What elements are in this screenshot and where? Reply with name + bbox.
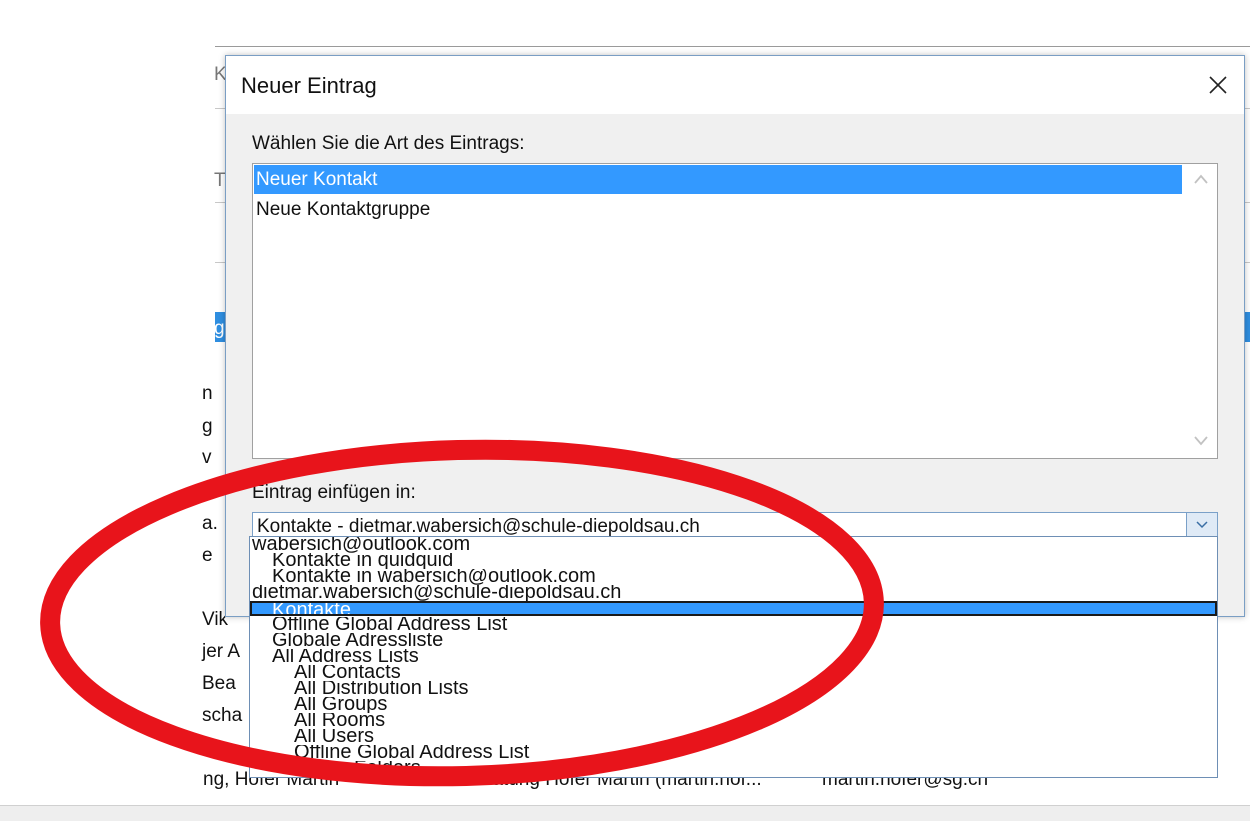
- background-row-fragment: a.: [202, 513, 218, 534]
- list-item-new-contact[interactable]: Neuer Kontakt: [254, 165, 1182, 194]
- chevron-down-icon: [1196, 521, 1208, 529]
- dropdown-item[interactable]: Offline Global Address List: [250, 617, 1217, 633]
- close-icon: [1209, 76, 1227, 94]
- list-scrollbar[interactable]: [1185, 164, 1217, 458]
- background-row-fragment: na: [202, 737, 224, 758]
- insert-into-dropdown[interactable]: Kontakte - dietmar.wabersich@schule-diep…: [252, 512, 1218, 538]
- dropdown-item[interactable]: All Contacts: [250, 665, 1217, 681]
- dropdown-item[interactable]: All Rooms: [250, 713, 1217, 729]
- background-text-fragment: T: [214, 170, 226, 191]
- dropdown-item[interactable]: wabersich@outlook.com: [250, 537, 1217, 553]
- background-row-fragment: jer A: [202, 641, 241, 662]
- background-row-fragment: scha: [202, 705, 243, 726]
- background-row-fragment: g: [202, 416, 213, 437]
- dropdown-item[interactable]: Globale Adressliste: [250, 633, 1217, 649]
- dropdown-item[interactable]: dietmar.wabersich@schule-diepoldsau.ch: [250, 585, 1217, 601]
- dropdown-toggle-button[interactable]: [1186, 513, 1217, 537]
- background-row-fragment: e: [202, 545, 213, 566]
- dialog-title: Neuer Eintrag: [241, 73, 377, 98]
- background-row-fragment: v: [202, 447, 212, 468]
- dropdown-item[interactable]: Kontakte in wabersich@outlook.com: [250, 569, 1217, 585]
- background-row-fragment: g: [202, 480, 213, 501]
- background-status-bar: [0, 805, 1250, 821]
- dropdown-item[interactable]: All Users: [250, 729, 1217, 745]
- dropdown-item-selected[interactable]: Kontakte: [250, 601, 1217, 616]
- dropdown-item[interactable]: All Address Lists: [250, 649, 1217, 665]
- insert-into-label: Eintrag einfügen in:: [252, 482, 416, 503]
- entry-type-list[interactable]: Neuer Kontakt Neue Kontaktgruppe: [252, 163, 1218, 459]
- dropdown-item[interactable]: All Groups: [250, 697, 1217, 713]
- dialog-titlebar: Neuer Eintrag: [226, 56, 1244, 114]
- dropdown-item[interactable]: Kontakte in quidquid: [250, 553, 1217, 569]
- background-window-top-border: [215, 46, 1250, 47]
- close-button[interactable]: [1192, 56, 1244, 114]
- dropdown-item[interactable]: Offline Global Address List: [250, 745, 1217, 761]
- list-item-new-contact-group[interactable]: Neue Kontaktgruppe: [254, 195, 1182, 224]
- scroll-down-icon[interactable]: [1194, 436, 1208, 446]
- new-entry-dialog: Neuer Eintrag Wählen Sie die Art des Ein…: [225, 55, 1245, 617]
- scroll-up-icon[interactable]: [1194, 174, 1208, 184]
- dropdown-item[interactable]: Public Folders: [250, 761, 1217, 777]
- entry-type-label: Wählen Sie die Art des Eintrags:: [252, 133, 525, 154]
- background-row-fragment: n: [202, 383, 213, 404]
- folder-dropdown-list[interactable]: wabersich@outlook.com Kontakte in quidqu…: [249, 536, 1218, 778]
- background-row-fragment: g: [214, 318, 225, 339]
- background-row-fragment: Bea: [202, 673, 236, 694]
- insert-into-value: Kontakte - dietmar.wabersich@schule-diep…: [257, 516, 700, 537]
- dropdown-item[interactable]: All Distribution Lists: [250, 681, 1217, 697]
